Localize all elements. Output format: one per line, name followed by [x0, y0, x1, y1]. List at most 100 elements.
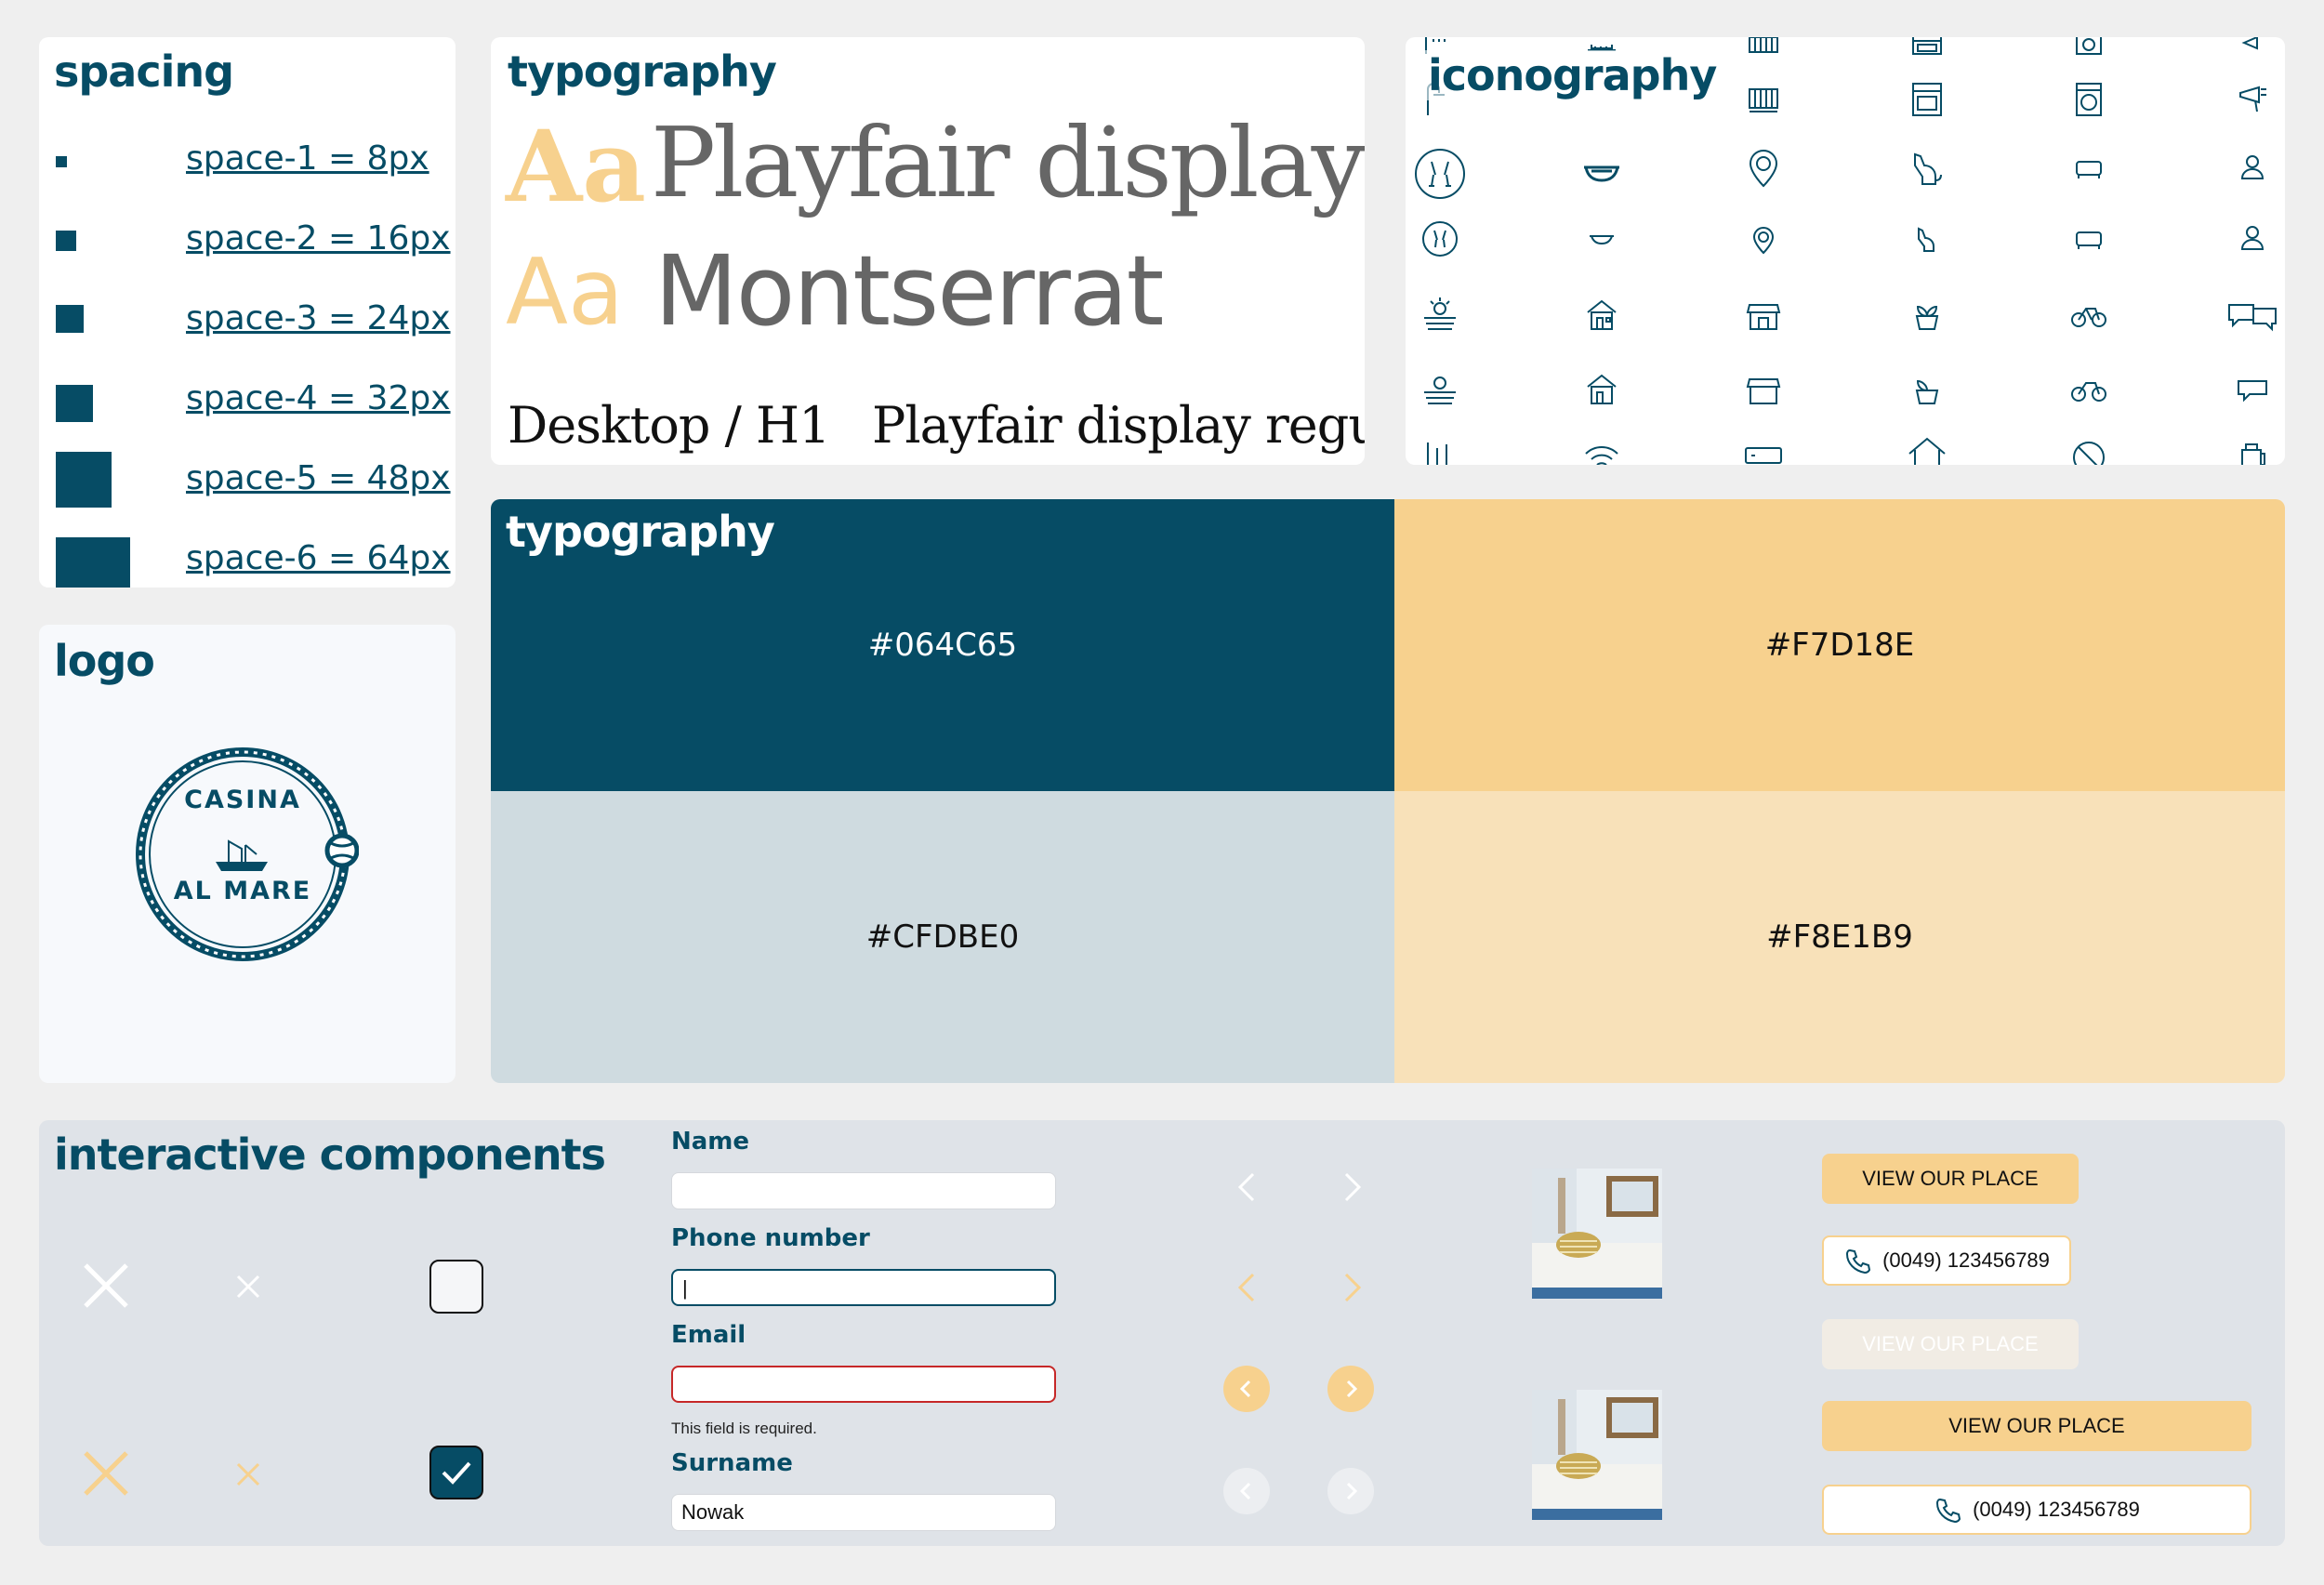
interactive-components-card: interactive components Name Phone number…: [39, 1120, 2285, 1546]
email-input[interactable]: [671, 1366, 1056, 1403]
washing-machine-icon: [2066, 76, 2112, 123]
spacing-swatch-2: [56, 231, 76, 251]
spacing-label-4: space-4 = 32px: [186, 379, 451, 417]
swatch-light-blue: #CFDBE0: [491, 791, 1394, 1083]
h1-style-font: Playfair display regular: [872, 396, 1365, 455]
playfair-font-name: Playfair display: [651, 106, 1365, 219]
color-palette: #064C65 #F7D18E #CFDBE0 #F8E1B9 typograp…: [491, 499, 2285, 1083]
close-small-icon-accent[interactable]: [234, 1460, 262, 1488]
playfair-sample-aa: Aa: [506, 108, 646, 224]
spacing-label-1: space-1 = 8px: [186, 139, 429, 178]
phone-icon: [1846, 1248, 1871, 1275]
beach-icon: [1417, 292, 1463, 338]
close-icon[interactable]: [78, 1258, 134, 1314]
interactive-title: interactive components: [54, 1129, 606, 1180]
chevron-left-accent-icon[interactable]: [1229, 1269, 1266, 1306]
prev-circle-button[interactable]: [1223, 1366, 1270, 1412]
user-icon: [2229, 216, 2276, 262]
hairdryer-icon: [2229, 37, 2276, 63]
spacing-swatch-1: [56, 156, 67, 167]
oven-icon: [1904, 76, 1950, 123]
iconography-title: iconography: [1424, 50, 1721, 100]
spacing-label-3: space-3 = 24px: [186, 299, 451, 337]
email-error-message: This field is required.: [671, 1420, 817, 1437]
beach-icon: [1417, 366, 1463, 413]
logo-text-line1: CASINA: [184, 786, 301, 814]
logo-title: logo: [54, 636, 155, 686]
plant-pot-icon: [1904, 366, 1950, 413]
montserrat-font-name: Montserrat: [654, 234, 1164, 348]
rope-ring-icon: [136, 747, 360, 961]
checkbox-checked[interactable]: [429, 1446, 483, 1499]
spacing-card: spacing space-1 = 8px space-2 = 16px spa…: [39, 37, 456, 588]
spacing-swatch-6: [56, 537, 130, 588]
phone-input[interactable]: |: [671, 1269, 1056, 1306]
logo-text-line2: AL MARE: [173, 877, 312, 905]
sofa-icon: [2066, 216, 2112, 262]
view-place-button-wide[interactable]: VIEW OUR PLACE: [1822, 1401, 2251, 1451]
name-input[interactable]: [671, 1172, 1056, 1209]
next-circle-button-disabled[interactable]: [1327, 1468, 1374, 1514]
chevron-right-icon: [1346, 1482, 1358, 1500]
crib-icon: [1740, 76, 1787, 123]
phone-label: Phone number: [671, 1224, 870, 1252]
montserrat-sample-aa: Aa: [506, 240, 625, 346]
shop-icon: [1740, 366, 1787, 413]
spacing-swatch-4: [56, 385, 93, 422]
chevron-right-icon[interactable]: [1333, 1169, 1370, 1206]
crib-icon: [1740, 37, 1787, 63]
chevron-left-icon[interactable]: [1229, 1169, 1266, 1206]
close-icon-accent[interactable]: [78, 1446, 134, 1501]
beach-house-icon: [1578, 292, 1625, 338]
phone-call-number: (0049) 123456789: [1973, 1498, 2140, 1521]
view-place-button[interactable]: VIEW OUR PLACE: [1822, 1154, 2079, 1204]
swatch-primary-hex: #064C65: [867, 627, 1018, 664]
spacing-label-6: space-6 = 64px: [186, 539, 451, 577]
swatch-light-blue-hex: #CFDBE0: [865, 918, 1020, 956]
spacing-swatch-5: [56, 452, 112, 508]
chat-icon: [2229, 366, 2276, 413]
dog-icon: [1904, 145, 1950, 192]
house-icon: [1904, 431, 1950, 465]
checkmark-icon: [442, 1461, 471, 1485]
colors-title: typography: [506, 507, 775, 557]
typography-card: typography Aa Playfair display Aa Montse…: [491, 37, 1365, 465]
chat-icon: [2225, 296, 2279, 340]
champagne-icon: [1417, 431, 1463, 465]
shop-icon: [1740, 292, 1787, 338]
location-pin-icon: [1740, 216, 1787, 262]
email-label: Email: [671, 1321, 746, 1349]
next-circle-button[interactable]: [1327, 1366, 1374, 1412]
typography-title: typography: [508, 46, 777, 97]
phone-call-button[interactable]: (0049) 123456789: [1822, 1235, 2071, 1286]
phone-call-number: (0049) 123456789: [1882, 1248, 2050, 1272]
close-small-icon[interactable]: [234, 1273, 262, 1301]
prev-circle-button-disabled[interactable]: [1223, 1468, 1270, 1514]
logo-card: logo CASINA AL MARE: [39, 625, 456, 1083]
wifi-icon: [1578, 431, 1625, 465]
spacing-title: spacing: [54, 46, 234, 97]
spacing-label-2: space-2 = 16px: [186, 219, 451, 258]
chevron-left-icon: [1239, 1380, 1251, 1398]
swatch-accent-hex: #F7D18E: [1764, 627, 1915, 664]
spacing-label-5: space-5 = 48px: [186, 459, 451, 497]
phone-icon: [1936, 1498, 1961, 1524]
surname-input[interactable]: Nowak: [671, 1494, 1056, 1531]
location-pin-icon: [1740, 145, 1787, 192]
swatch-light-yellow: #F8E1B9: [1394, 791, 2285, 1083]
view-place-button-disabled[interactable]: VIEW OUR PLACE: [1822, 1319, 2079, 1369]
no-smoking-icon: [2066, 431, 2112, 465]
swatch-light-yellow-hex: #F8E1B9: [1766, 918, 1913, 956]
checkbox-unchecked[interactable]: [429, 1260, 483, 1314]
room-photo[interactable]: [1532, 1390, 1662, 1520]
bicycle-icon: [2066, 366, 2112, 413]
room-photo[interactable]: [1532, 1169, 1662, 1299]
chevron-left-icon: [1239, 1482, 1251, 1500]
oven-icon: [1904, 37, 1950, 63]
iconography-card: iconography: [1406, 37, 2285, 465]
phone-call-button-wide[interactable]: (0049) 123456789: [1822, 1485, 2251, 1535]
bathtub-icon: [1578, 149, 1625, 195]
brand-logo: CASINA AL MARE: [136, 741, 360, 964]
spacing-swatch-3: [56, 305, 84, 333]
chevron-right-accent-icon[interactable]: [1333, 1269, 1370, 1306]
